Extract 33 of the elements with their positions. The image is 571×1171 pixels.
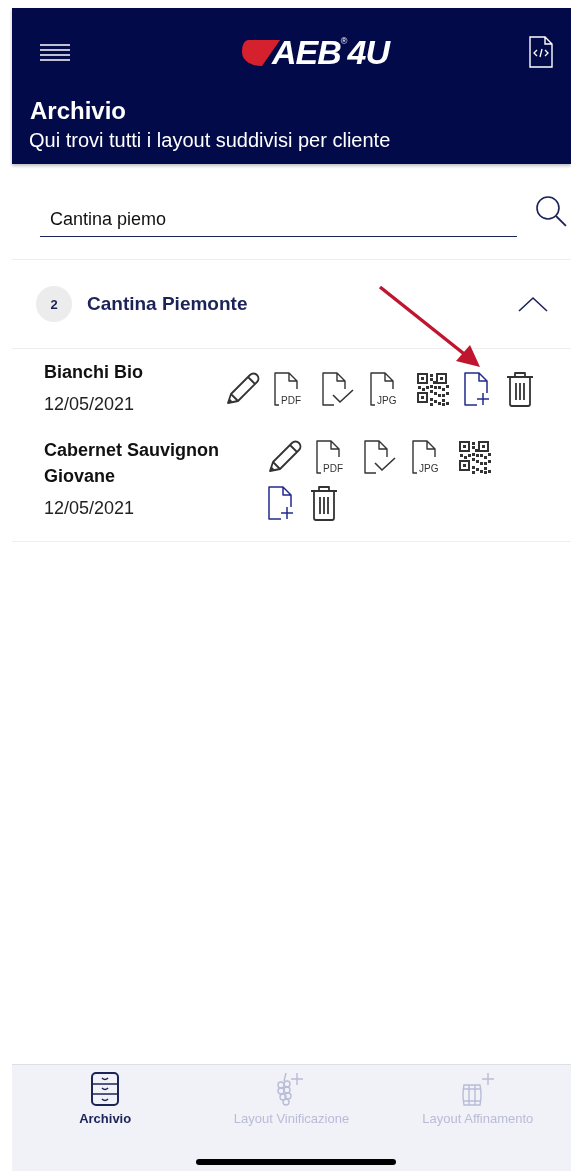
page-title: Archivio (29, 96, 128, 126)
file-format-button[interactable]: PDF (314, 438, 350, 475)
pencil-icon[interactable] (224, 371, 260, 407)
layout-name: Bianchi Bio (44, 361, 144, 384)
layout-date: 12/05/2021 (44, 393, 136, 416)
layout-date: 12/05/2021 (44, 497, 136, 520)
menu-icon[interactable] (38, 42, 72, 62)
file-plus-icon[interactable] (266, 484, 296, 521)
layout-name: Cabernet Sauvignon Giovane (44, 439, 221, 488)
tab[interactable]: Archivio (12, 1071, 199, 1126)
cabinet-icon (90, 1071, 121, 1107)
file-check-icon[interactable] (362, 438, 398, 475)
client-name: Cantina Piemonte (87, 293, 249, 315)
trash-icon[interactable] (308, 483, 340, 522)
file-format-button[interactable]: PDF (272, 371, 308, 407)
registered-mark: ® (340, 36, 348, 46)
trash-icon[interactable] (504, 370, 536, 408)
page-subtitle: Qui trovi tutti i layout suddivisi per cliente (28, 128, 392, 153)
chevron-up-icon[interactable] (517, 295, 549, 313)
file-check-icon[interactable] (320, 371, 356, 407)
search-icon[interactable] (535, 194, 567, 227)
search-field[interactable]: Cantina piemo (40, 198, 518, 237)
file-format-button[interactable]: JPG (410, 438, 446, 475)
logo-text: 4U (347, 32, 389, 73)
qr-code-icon[interactable] (416, 372, 450, 406)
file-plus-icon[interactable] (462, 371, 492, 407)
logo-text: AEB (272, 32, 341, 73)
file-format-button[interactable]: JPG (368, 371, 404, 407)
qr-code-icon[interactable] (458, 439, 492, 474)
count-badge: 2 (36, 286, 72, 322)
code-file-icon[interactable] (529, 36, 553, 68)
pencil-icon[interactable] (266, 438, 302, 475)
barrel-plus-icon (459, 1071, 496, 1107)
